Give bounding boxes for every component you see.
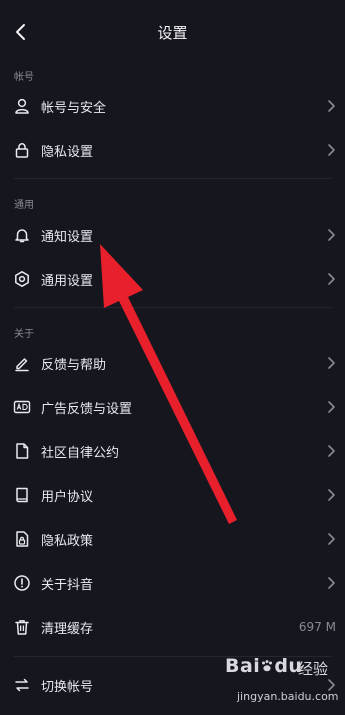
baidu-jingyan-watermark: Bai du 经验 jingyan.baidu.com [225,655,339,703]
settings-item-label: 社区自律公约 [41,445,120,461]
settings-item-label: 帐号与安全 [41,100,107,116]
watermark-domain-text: jingyan.baidu.com [237,690,339,703]
settings-item-label: 清理缓存 [41,621,94,637]
privacy-doc-icon [13,530,31,548]
chevron-right-icon [328,357,335,369]
info-icon [13,574,31,592]
chevron-right-icon [328,273,335,285]
settings-item-label: 通知设置 [41,229,94,245]
ad-icon [13,398,31,416]
settings-item-label: 反馈与帮助 [41,357,107,373]
book-icon [13,486,31,504]
settings-item-general[interactable]: 通用设置 [0,257,345,301]
section-label-account: 帐号 [14,72,34,83]
settings-item-notifications[interactable]: 通知设置 [0,213,345,257]
settings-item-label: 隐私设置 [41,144,94,160]
settings-item-label: 用户协议 [41,489,94,505]
switch-icon [13,676,31,694]
chevron-right-icon [328,533,335,545]
settings-item-label: 关于抖音 [41,577,94,593]
settings-item-about[interactable]: 关于抖音 [0,561,345,605]
section-label-about: 关于 [14,329,34,340]
header-bar: 设置 [0,0,345,64]
chevron-right-icon [328,577,335,589]
page-title: 设置 [157,24,188,42]
bell-icon [13,226,31,244]
trash-icon [13,618,31,636]
settings-item-community-guidelines[interactable]: 社区自律公约 [0,429,345,473]
settings-item-privacy-policy[interactable]: 隐私政策 [0,517,345,561]
settings-item-clear-cache[interactable]: 清理缓存 697 M [0,605,345,649]
gear-icon [13,270,31,288]
settings-item-privacy-settings[interactable]: 隐私设置 [0,128,345,172]
section-divider [14,307,331,308]
settings-item-label: 通用设置 [41,273,94,289]
settings-item-label: 隐私政策 [41,533,94,549]
settings-item-label: 广告反馈与设置 [41,401,133,417]
paw-icon [262,660,273,672]
chevron-right-icon [328,401,335,413]
chevron-right-icon [328,100,335,112]
chevron-right-icon [328,229,335,241]
lock-icon [13,141,31,159]
cache-size-value: 697 M [298,620,336,634]
chevron-right-icon [328,144,335,156]
watermark-brand-text: Bai [225,655,261,677]
settings-item-user-agreement[interactable]: 用户协议 [0,473,345,517]
watermark-jingyan-text: 经验 [298,660,329,678]
edit-icon [13,354,31,372]
user-icon [13,97,31,115]
chevron-right-icon [328,489,335,501]
settings-item-account-security[interactable]: 帐号与安全 [0,84,345,128]
settings-item-feedback-help[interactable]: 反馈与帮助 [0,341,345,385]
section-divider [14,178,331,179]
document-icon [13,442,31,460]
watermark-logo: Bai du [225,655,302,677]
chevron-right-icon [328,445,335,457]
section-label-general: 通用 [14,200,34,211]
settings-item-ad-feedback[interactable]: 广告反馈与设置 [0,385,345,429]
